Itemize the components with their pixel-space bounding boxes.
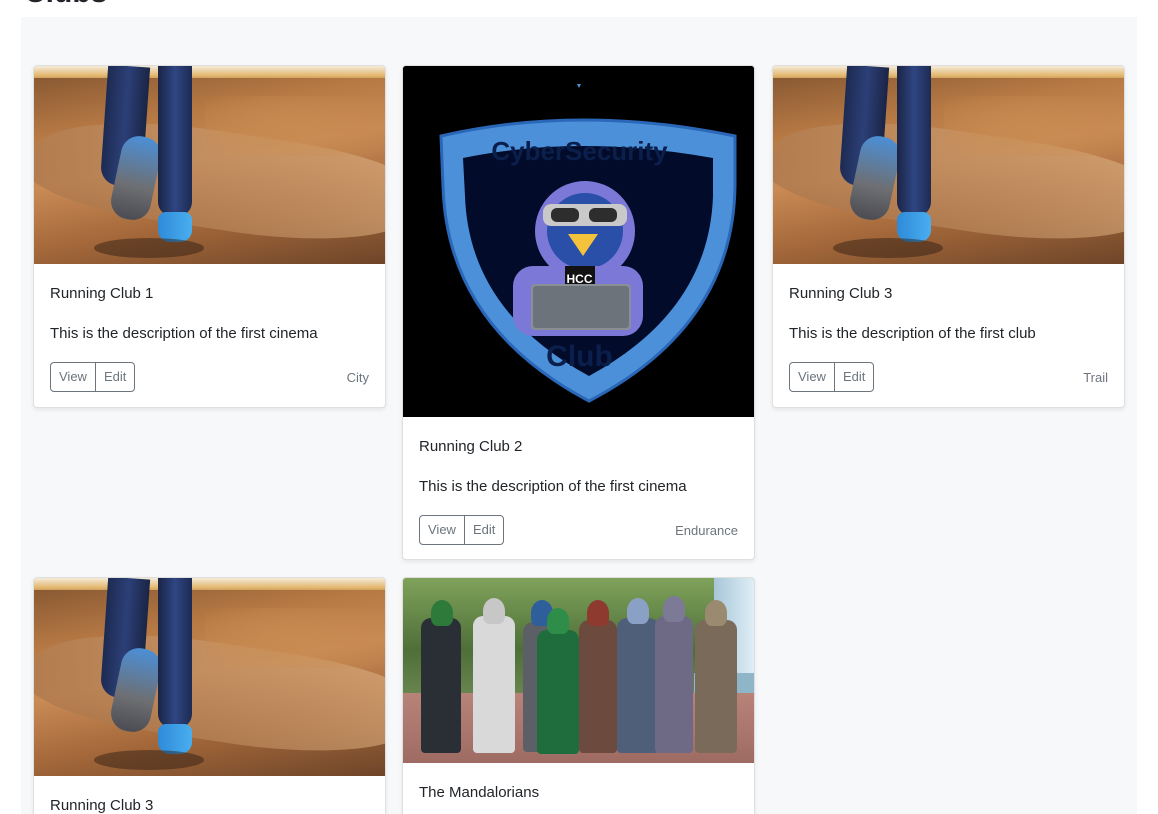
club-image-mandalorians	[403, 578, 754, 763]
club-card: Running Club 3 This is the description o…	[772, 65, 1125, 408]
club-card: The Mandalorians	[402, 577, 755, 814]
club-card: Running Club 1 This is the description o…	[33, 65, 386, 408]
edit-button[interactable]: Edit	[94, 362, 136, 392]
club-title: Running Club 2	[419, 438, 523, 455]
logo-badge-text: HCC	[566, 272, 593, 286]
club-category: Trail	[1083, 369, 1108, 385]
club-image-cybersecurity-logo: CyberSecurity HCC Club	[403, 66, 754, 417]
club-image-running	[34, 578, 385, 776]
clubs-album: Running Club 1 This is the description o…	[21, 17, 1137, 814]
edit-button[interactable]: Edit	[463, 515, 505, 545]
club-actions: View Edit	[419, 515, 505, 545]
view-button[interactable]: View	[789, 362, 835, 392]
club-description: This is the description of the first cin…	[419, 478, 687, 495]
club-image-running	[34, 66, 385, 264]
club-title: Running Club 1	[50, 285, 154, 302]
club-image-running	[773, 66, 1124, 264]
view-button[interactable]: View	[50, 362, 96, 392]
club-title: Running Club 3	[789, 285, 893, 302]
club-title: Running Club 3	[50, 797, 154, 814]
logo-bottom-text: Club	[546, 340, 613, 373]
edit-button[interactable]: Edit	[833, 362, 875, 392]
club-actions: View Edit	[789, 362, 875, 392]
club-actions: View Edit	[50, 362, 136, 392]
page-title: Clubs	[24, 0, 107, 8]
club-title: The Mandalorians	[419, 784, 540, 801]
view-button[interactable]: View	[419, 515, 465, 545]
logo-top-text: CyberSecurity	[491, 136, 668, 166]
club-card: Running Club 3	[33, 577, 386, 814]
club-category: City	[346, 369, 369, 385]
club-description: This is the description of the first cin…	[50, 325, 318, 342]
club-card: CyberSecurity HCC Club Running Club 2 Th…	[402, 65, 755, 560]
club-description: This is the description of the first clu…	[789, 325, 1036, 342]
club-category: Endurance	[675, 522, 738, 538]
